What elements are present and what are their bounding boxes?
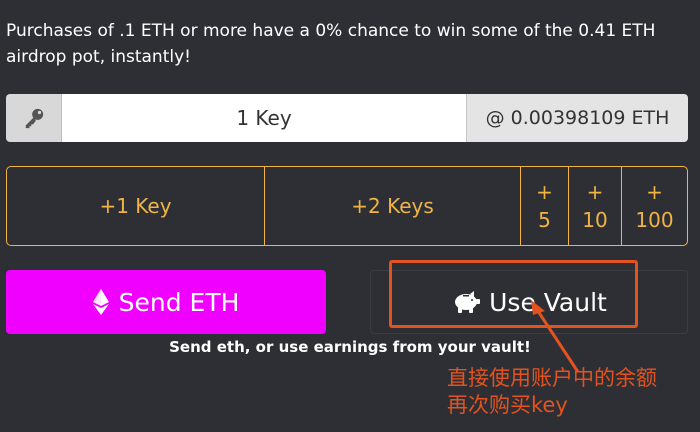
annotation-line-2: 再次购买key xyxy=(447,393,568,417)
annotation-line-1: 直接使用账户中的余额 xyxy=(447,366,657,390)
annotation-text: 直接使用账户中的余额 再次购买key xyxy=(447,365,697,419)
